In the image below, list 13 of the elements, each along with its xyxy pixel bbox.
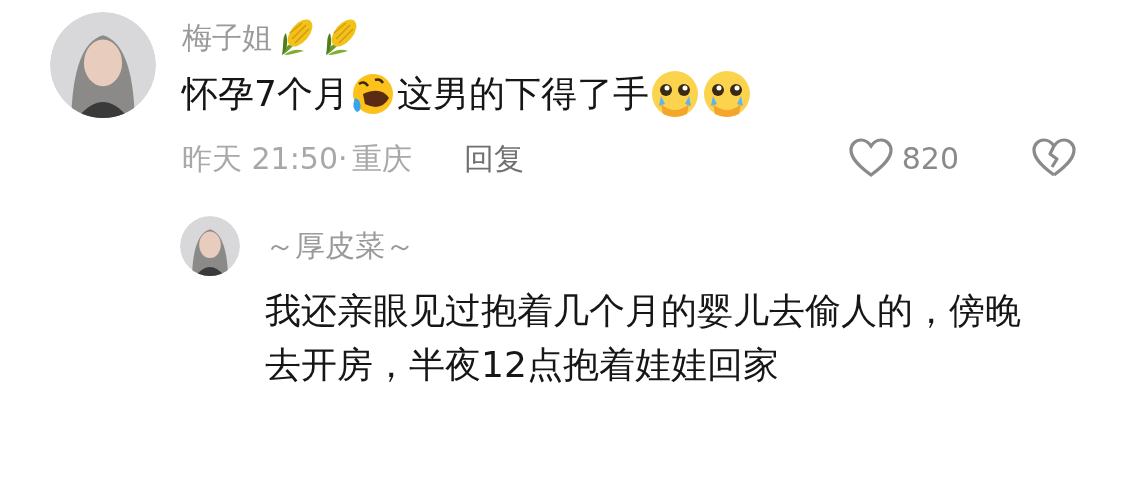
reply-button[interactable]: 回复 xyxy=(463,135,524,181)
comment-time: 昨天 21:50· xyxy=(182,139,348,178)
comment-author[interactable]: 梅子姐 xyxy=(182,14,272,60)
like-heart-icon[interactable] xyxy=(847,137,894,179)
reply-text: 我还亲眼见过抱着几个月的婴儿去偷人的，傍晚去开房，半夜12点抱着娃娃回家 xyxy=(265,289,1022,387)
reply-author[interactable]: ～厚皮菜～ xyxy=(265,216,1045,276)
broken-heart-icon[interactable] xyxy=(1031,137,1077,179)
comment-text: 怀孕7个月 这男的下得了手 xyxy=(182,62,1077,126)
comment-location: 重庆 xyxy=(351,139,412,178)
laughing-crying-emoji-icon xyxy=(350,72,395,116)
avatar[interactable] xyxy=(50,12,156,118)
reply-avatar[interactable] xyxy=(180,216,240,276)
like-count: 820 xyxy=(901,139,959,178)
